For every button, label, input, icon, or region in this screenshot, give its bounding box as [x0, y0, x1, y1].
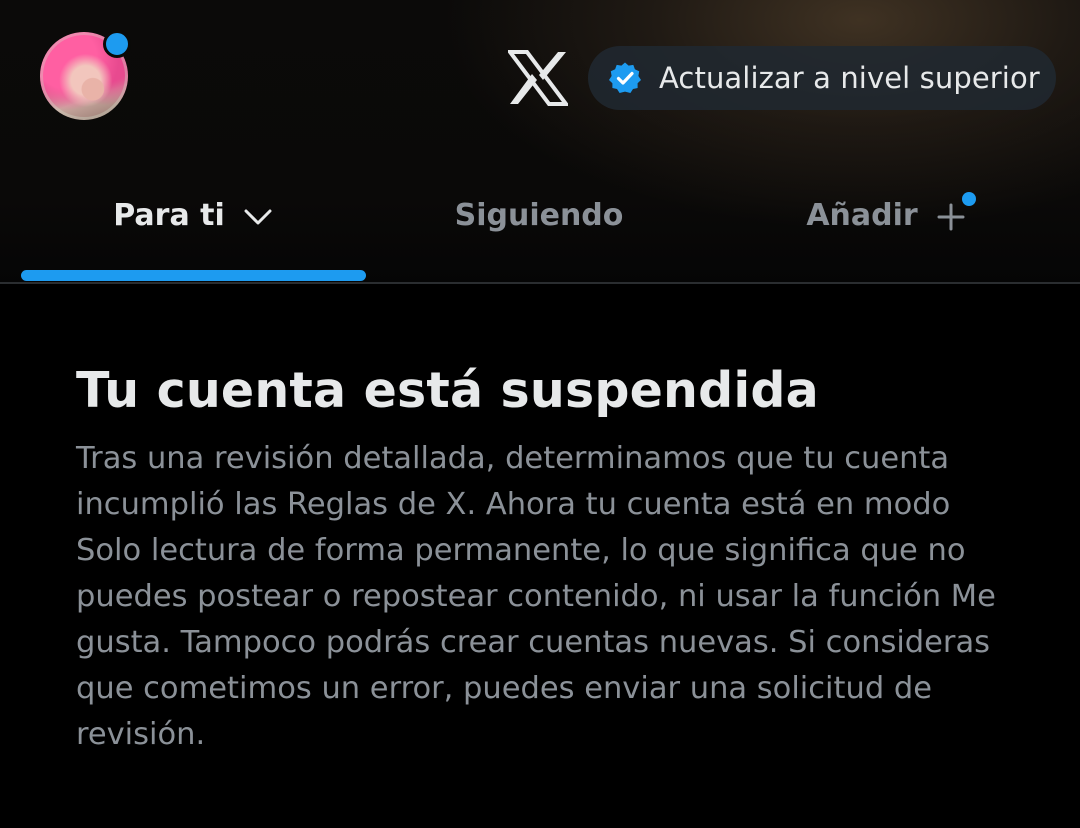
- upgrade-label: Actualizar a nivel superior: [659, 61, 1040, 95]
- active-tab-indicator: [21, 270, 366, 281]
- upgrade-button[interactable]: Actualizar a nivel superior: [588, 46, 1056, 110]
- timeline-tabs: Para ti Siguiendo Añadir: [0, 180, 1080, 284]
- tab-following-label: Siguiendo: [454, 198, 624, 233]
- plus-icon: [936, 192, 976, 232]
- tab-add-notification-dot: [961, 192, 976, 206]
- suspension-message: Tras una revisión detallada, determinamo…: [76, 441, 996, 752]
- verified-badge-icon: [608, 61, 642, 95]
- suspension-title: Tu cuenta está suspendida: [76, 362, 819, 419]
- notification-dot: [103, 30, 131, 58]
- tab-divider: [0, 282, 1080, 284]
- tab-for-you[interactable]: Para ti: [0, 180, 386, 284]
- tab-add[interactable]: Añadir: [692, 180, 1080, 284]
- tab-for-you-label: Para ti: [113, 198, 225, 233]
- tab-following[interactable]: Siguiendo: [386, 180, 692, 284]
- app-screen: Actualizar a nivel superior Para ti Sigu…: [0, 0, 1080, 828]
- x-logo-icon[interactable]: [506, 50, 570, 106]
- chevron-down-icon[interactable]: [243, 202, 273, 232]
- profile-avatar-button[interactable]: [40, 30, 131, 122]
- tab-add-label: Añadir: [806, 198, 918, 233]
